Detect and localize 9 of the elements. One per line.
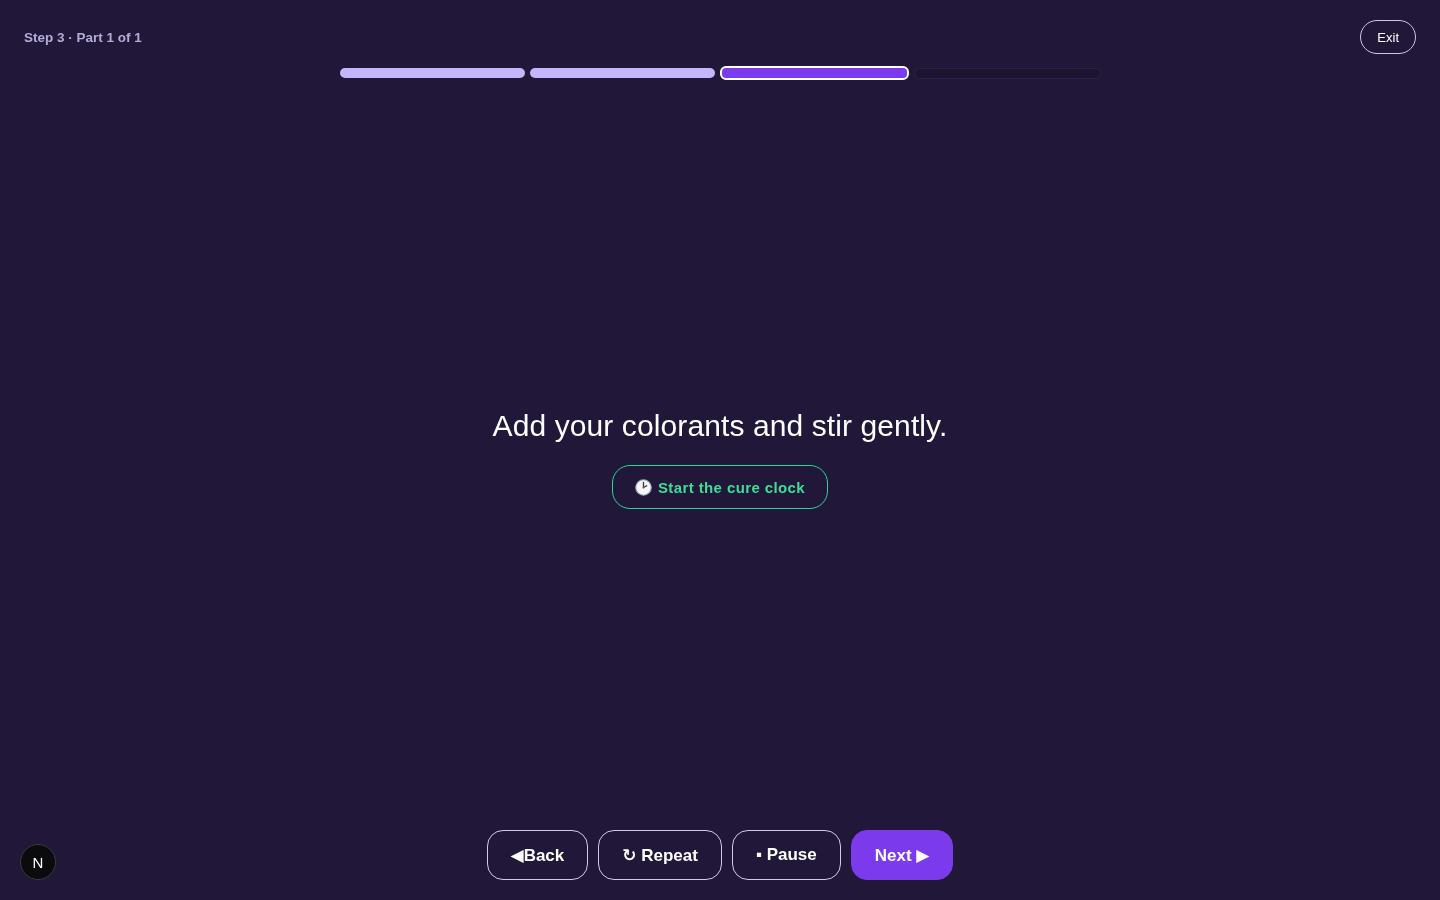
back-button[interactable]: ◀Back	[486, 830, 589, 880]
repeat-button[interactable]: ↻ Repeat	[598, 830, 722, 880]
step-label: Step 3 · Part 1 of 1	[24, 29, 142, 45]
clock-icon	[634, 478, 652, 496]
pause-button[interactable]: ▪ Pause	[731, 830, 841, 880]
next-button[interactable]: Next ▶	[850, 830, 954, 880]
instruction-heading: Add your colorants and stir gently.	[492, 409, 948, 443]
dev-indicator-button[interactable]: N	[20, 844, 56, 880]
start-timer-button[interactable]: Start the cure clock	[611, 465, 829, 509]
